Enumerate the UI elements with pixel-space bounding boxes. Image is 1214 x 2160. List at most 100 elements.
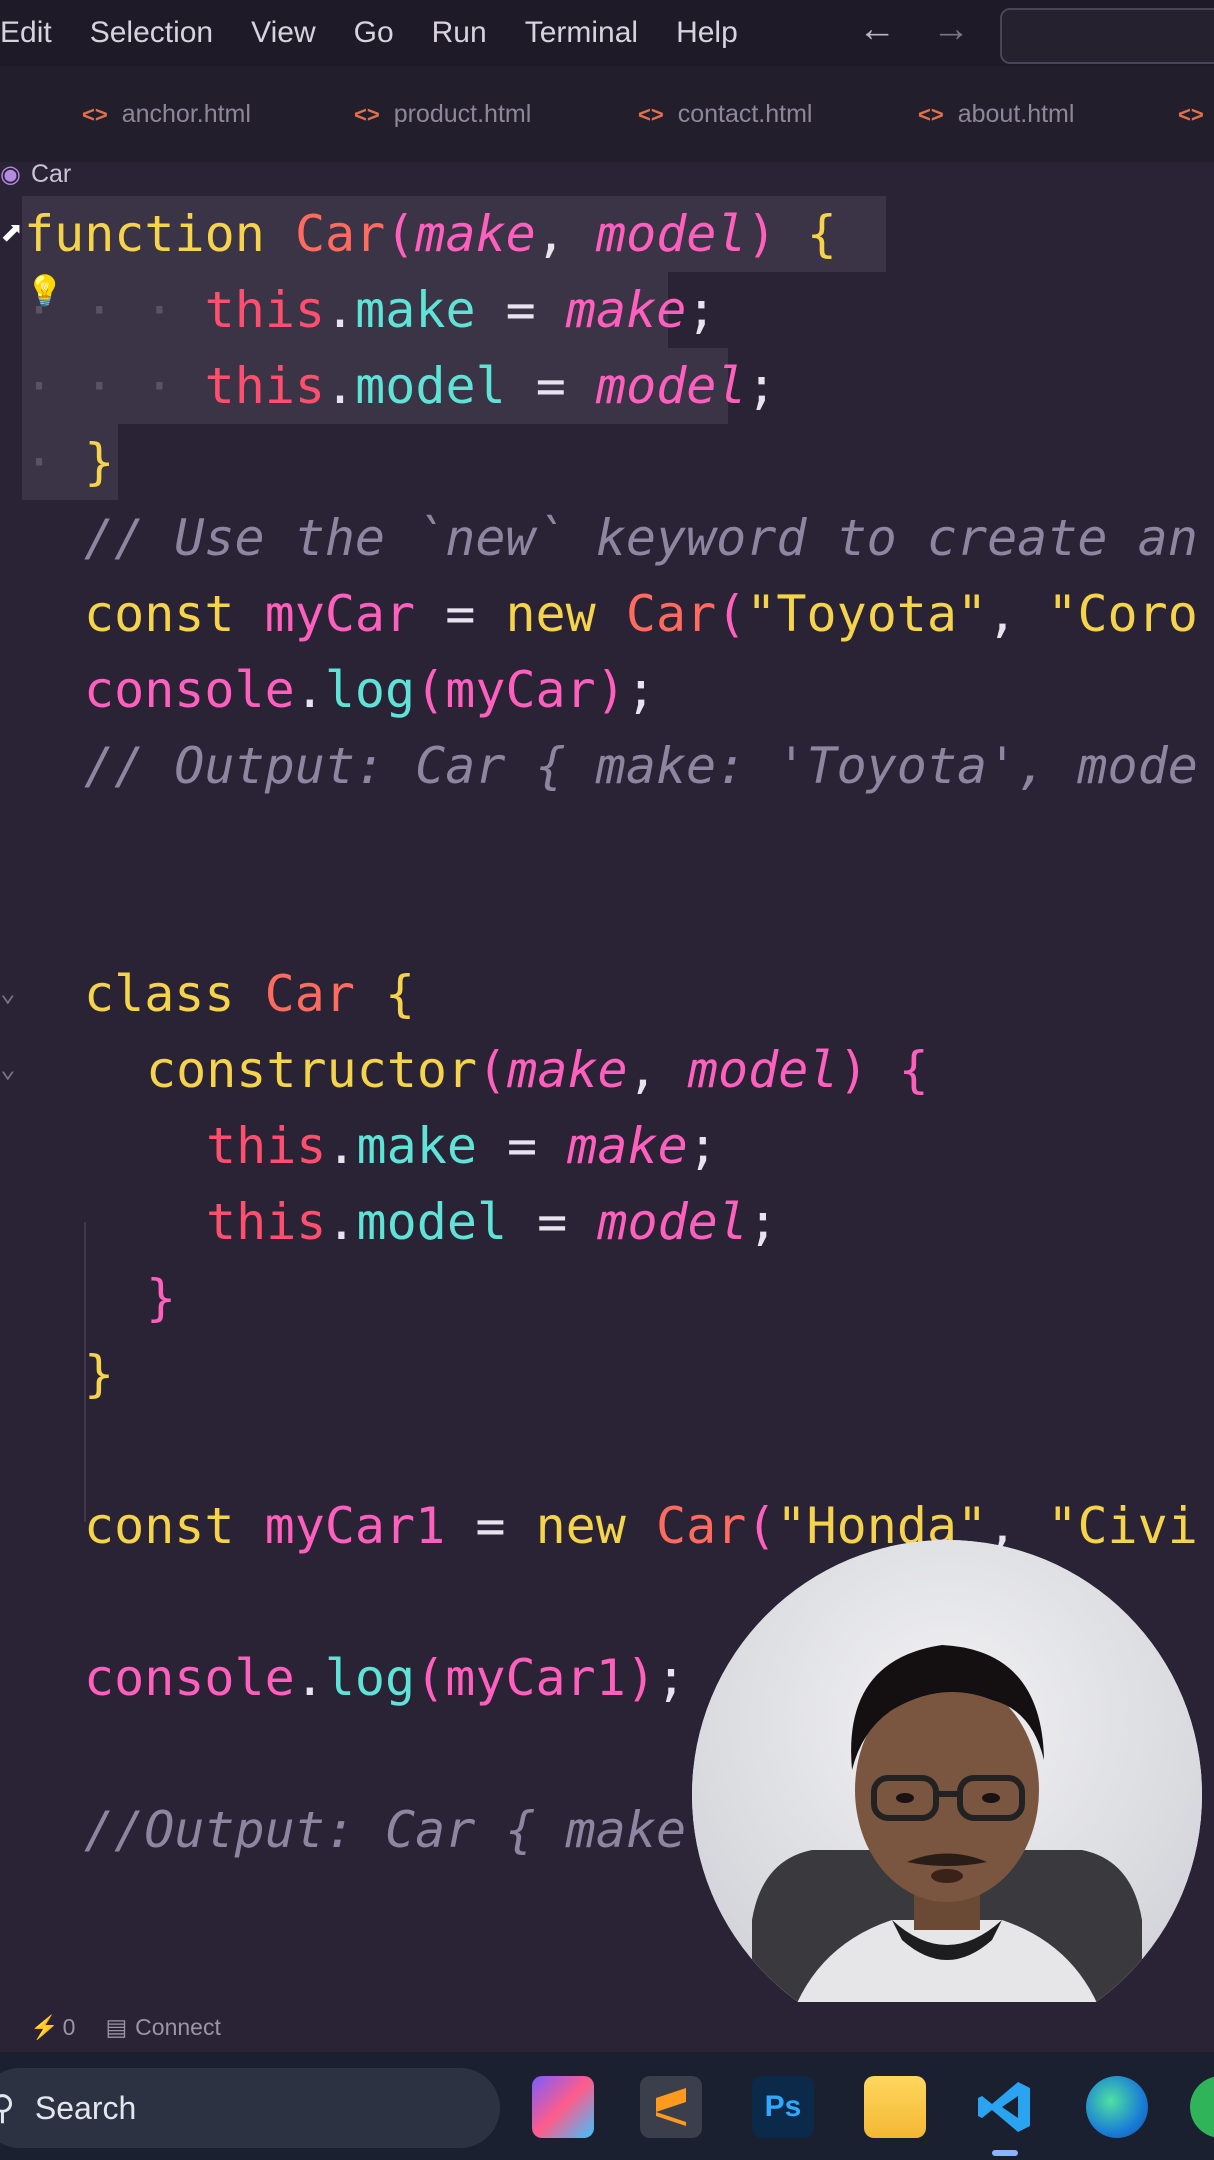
- param-token: make: [507, 1041, 628, 1099]
- code-line: constructor(make, model) {: [146, 1041, 929, 1099]
- function-name-token: Car: [655, 1497, 747, 1555]
- code-line: · }: [24, 433, 115, 491]
- vscode-icon[interactable]: [974, 2076, 1036, 2138]
- html-file-icon: <>: [354, 102, 380, 127]
- menu-go[interactable]: Go: [354, 16, 394, 50]
- string-token: "Toyota": [746, 585, 988, 643]
- method-token: log: [324, 1649, 416, 1707]
- tab-anchor[interactable]: <> anchor.html: [82, 100, 251, 129]
- param-token: model: [687, 1041, 839, 1099]
- tab-overflow[interactable]: <>: [1178, 100, 1214, 129]
- class-name-token: Car: [264, 965, 355, 1023]
- tab-label: anchor.html: [121, 100, 251, 128]
- code-line: }: [84, 1345, 115, 1403]
- code-line: · · · this.make = make;: [24, 281, 717, 339]
- param-token: model: [596, 205, 747, 263]
- webcam-overlay: [692, 1540, 1202, 2050]
- keyword-token: function: [24, 205, 265, 263]
- function-name-token: Car: [294, 205, 386, 263]
- string-token: "Civi: [1047, 1497, 1198, 1555]
- connect-icon: ▤: [105, 2013, 128, 2040]
- tab-label: about.html: [957, 100, 1075, 128]
- variable-token: myCar1: [264, 1497, 446, 1555]
- copilot-icon[interactable]: [532, 2076, 594, 2138]
- breadcrumb-symbol: Car: [30, 159, 72, 188]
- fold-chevron-icon[interactable]: ⌄: [0, 1054, 16, 1084]
- param-token: make: [415, 205, 536, 263]
- this-token: this: [204, 281, 326, 339]
- tab-label: product.html: [393, 100, 532, 128]
- code-comment: // Output: Car { make: 'Toyota', mode: [84, 737, 1198, 795]
- symbol-function-icon: ◉: [0, 160, 21, 188]
- mouse-pointer-icon: ⬈: [0, 210, 25, 256]
- property-token: make: [356, 1117, 477, 1175]
- string-token: "Coro: [1047, 585, 1198, 643]
- param-token: model: [595, 357, 747, 415]
- forward-arrow-icon[interactable]: →: [932, 8, 970, 51]
- code-line: const myCar1 = new Car("Honda", "Civi: [84, 1497, 1198, 1555]
- menu-bar: Edit Selection View Go Run Terminal Help…: [0, 0, 1214, 66]
- this-token: this: [206, 1117, 327, 1175]
- tab-about[interactable]: <> about.html: [918, 100, 1074, 129]
- taskbar-search[interactable]: ⚲ Search: [0, 2068, 500, 2148]
- code-line: console.log(myCar);: [84, 661, 656, 719]
- html-file-icon: <>: [82, 102, 108, 127]
- ports-icon[interactable]: ⚡: [30, 2014, 59, 2041]
- breadcrumb[interactable]: ◉ Car: [0, 156, 71, 192]
- edge-browser-icon[interactable]: [1086, 2076, 1148, 2138]
- code-line: · · · this.model = model;: [24, 357, 777, 415]
- presenter-video-image: [692, 1540, 1202, 2050]
- keyword-token: const: [84, 1497, 235, 1555]
- param-token: make: [565, 281, 687, 339]
- keyword-token: const: [84, 585, 235, 643]
- tab-contact[interactable]: <> contact.html: [638, 100, 812, 129]
- menu-edit[interactable]: Edit: [0, 16, 52, 50]
- ports-count: 0: [62, 2013, 76, 2040]
- keyword-token: class: [84, 965, 235, 1023]
- param-token: model: [597, 1193, 748, 1251]
- property-token: model: [355, 357, 506, 415]
- code-line: function Car(make, model) {: [24, 205, 837, 263]
- menu-run[interactable]: Run: [432, 16, 487, 50]
- editor-tab-bar: <> anchor.html <> product.html <> contact.h…: [0, 66, 1214, 162]
- fold-chevron-icon[interactable]: ⌄: [0, 978, 16, 1008]
- tab-product[interactable]: <> product.html: [354, 100, 531, 129]
- menu-selection[interactable]: Selection: [90, 16, 213, 50]
- active-app-indicator: [992, 2150, 1018, 2156]
- chrome-icon[interactable]: [1190, 2076, 1214, 2138]
- keyword-token: new: [505, 585, 596, 643]
- file-explorer-icon[interactable]: [864, 2076, 926, 2138]
- variable-token: myCar: [445, 661, 596, 719]
- code-line: const myCar = new Car("Toyota", "Coro: [84, 585, 1198, 643]
- status-bar: ⚡ 0 ▤ Connect: [0, 2002, 1214, 2052]
- variable-token: myCar1: [445, 1649, 626, 1707]
- function-name-token: Car: [625, 585, 717, 643]
- this-token: this: [204, 357, 326, 415]
- html-file-icon: <>: [1178, 102, 1204, 127]
- html-file-icon: <>: [638, 102, 664, 127]
- sublime-text-icon[interactable]: [640, 2076, 702, 2138]
- lightbulb-icon[interactable]: 💡: [26, 274, 63, 309]
- keyword-token: constructor: [146, 1041, 478, 1099]
- back-arrow-icon[interactable]: ←: [858, 8, 896, 51]
- connect-button[interactable]: Connect: [135, 2014, 221, 2041]
- tab-label: contact.html: [677, 100, 813, 128]
- photoshop-icon[interactable]: Ps: [752, 2076, 814, 2138]
- variable-token: myCar: [264, 585, 416, 643]
- menu-help[interactable]: Help: [676, 16, 738, 50]
- console-token: console: [84, 661, 295, 719]
- command-center-search[interactable]: [1000, 8, 1214, 64]
- code-line: }: [146, 1269, 177, 1327]
- menu-terminal[interactable]: Terminal: [525, 16, 638, 50]
- code-line: this.model = model;: [206, 1193, 778, 1251]
- this-token: this: [206, 1193, 327, 1251]
- code-line: class Car {: [84, 965, 416, 1023]
- search-icon: ⚲: [0, 2089, 15, 2127]
- code-line: console.log(myCar1);: [84, 1649, 687, 1707]
- param-token: make: [567, 1117, 688, 1175]
- menu-view[interactable]: View: [251, 16, 315, 50]
- console-token: console: [84, 1649, 295, 1707]
- code-comment: // Use the `new` keyword to create an: [84, 509, 1198, 567]
- property-token: model: [356, 1193, 508, 1251]
- keyword-token: new: [535, 1497, 626, 1555]
